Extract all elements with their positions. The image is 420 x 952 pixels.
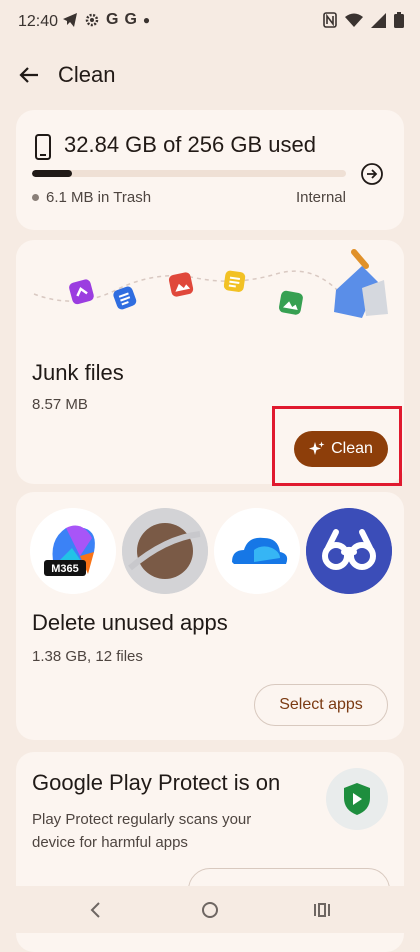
- onedrive-app-icon: [214, 508, 300, 594]
- nav-recents-icon[interactable]: [312, 900, 332, 920]
- shield-icon: [344, 783, 370, 815]
- google-icon: G: [124, 11, 137, 28]
- status-bar: 12:40 G G ●: [0, 0, 420, 44]
- app-icons-row: M365: [30, 508, 400, 596]
- play-protect-icon-container: [326, 768, 388, 830]
- wifi-icon: [345, 13, 363, 27]
- back-button[interactable]: [14, 60, 44, 90]
- settings-icon: [85, 13, 99, 27]
- m365-label: M365: [51, 563, 79, 575]
- sparkle-icon: [309, 441, 325, 455]
- nav-back-icon[interactable]: [86, 900, 106, 920]
- unused-apps-title: Delete unused apps: [32, 610, 228, 635]
- storage-progress-bar: [32, 170, 346, 177]
- clean-button[interactable]: Clean: [294, 431, 388, 467]
- nfc-icon: [323, 12, 337, 28]
- telegram-icon: [63, 13, 77, 27]
- storage-card[interactable]: 32.84 GB of 256 GB used 6.1 MB in Trash …: [16, 110, 404, 230]
- dot-icon: ●: [142, 13, 151, 27]
- storage-progress-fill: [32, 170, 73, 177]
- google-icon: G: [106, 11, 119, 28]
- junk-files-size: 8.57 MB: [32, 396, 88, 413]
- play-protect-title: Google Play Protect is on: [32, 770, 281, 795]
- status-time: 12:40: [18, 13, 59, 30]
- note-icon: [223, 270, 246, 292]
- planet-app-icon: [122, 508, 208, 594]
- navigation-bar: [0, 886, 420, 933]
- phone-icon: [35, 134, 51, 160]
- document-icon: [113, 286, 137, 310]
- clean-button-label: Clean: [331, 440, 373, 457]
- junk-files-title: Junk files: [32, 360, 124, 385]
- m365-app-icon: M365: [30, 508, 116, 594]
- junk-files-card: Junk files 8.57 MB Clean: [16, 240, 404, 486]
- app-bar: Clean: [0, 52, 420, 98]
- storage-usage-title: 32.84 GB of 256 GB used: [64, 132, 316, 157]
- unused-apps-card: M365 Delete unused apps 1.38 GB, 12 file…: [16, 492, 404, 740]
- play-protect-description: Play Protect regularly scans your device…: [32, 811, 252, 851]
- trash-legend-dot: [32, 194, 39, 201]
- broom-icon: [334, 249, 388, 318]
- page-title: Clean: [58, 62, 116, 87]
- junk-illustration: [33, 249, 388, 318]
- nav-home-icon[interactable]: [200, 900, 220, 920]
- arrow-back-icon: [19, 67, 38, 83]
- storage-location-label: Internal: [295, 189, 346, 206]
- select-apps-button[interactable]: Select apps: [254, 684, 388, 726]
- battery-icon: [394, 12, 404, 28]
- arrow-forward-circle-icon[interactable]: [360, 162, 384, 186]
- image-icon: [278, 290, 303, 315]
- binoculars-app-icon: [306, 508, 392, 594]
- signal-icon: [371, 12, 386, 28]
- file-icon: [69, 279, 94, 305]
- unused-apps-subtitle: 1.38 GB, 12 files: [32, 648, 143, 665]
- image-icon: [168, 272, 194, 297]
- trash-size-label: 6.1 MB in Trash: [46, 189, 152, 206]
